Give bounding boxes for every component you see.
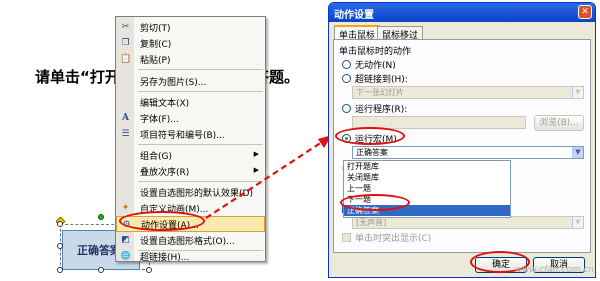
tab-mouse-click[interactable]: 单击鼠标 (334, 25, 381, 41)
highlight-oval-action (119, 211, 205, 231)
hyperlink-value: 下一张幻灯片 (356, 88, 404, 97)
menu-item-label: 字体(F)... (140, 114, 179, 125)
browse-button[interactable]: 浏览(B)... (534, 115, 584, 131)
menu-item-label: 复制(C) (140, 39, 172, 50)
resize-handle-bm[interactable] (98, 267, 104, 273)
menu-item-font[interactable]: A 字体(F)... (116, 110, 265, 126)
browse-button-label: 浏览(B)... (539, 118, 579, 128)
copy-icon: ❐ (121, 38, 130, 48)
resize-handle-ml[interactable] (57, 243, 63, 249)
macro-dropdown[interactable]: 正确答案 ▼ (352, 146, 584, 159)
watermark: www.cfan.com.cn (514, 265, 594, 275)
slide-text-left: 请单击“打开 (35, 68, 120, 86)
menu-item-edit-text[interactable]: 编辑文本(X) (116, 94, 265, 110)
menu-separator (138, 91, 263, 92)
close-button[interactable]: ✕ (578, 5, 592, 19)
radio-none-label: 无动作(N) (355, 61, 396, 71)
list-item[interactable]: 打开题库 (344, 161, 510, 172)
menu-item-label: 叠放次序(R) (140, 167, 190, 178)
animation-icon: ✦ (121, 203, 130, 213)
chevron-down-icon: ▼ (572, 217, 583, 228)
menu-item-label: 设置自选图形格式(O)... (140, 236, 235, 247)
format-icon: ◩ (121, 235, 130, 245)
resize-handle-br[interactable] (146, 267, 152, 273)
highlight-oval-run-macro (335, 127, 405, 145)
hyperlink-dropdown[interactable]: 下一张幻灯片 ▼ (352, 86, 584, 99)
dialog-title: 动作设置 (334, 10, 374, 21)
menu-item-paste[interactable]: 📋 粘贴(P) (116, 51, 265, 67)
menu-item-copy[interactable]: ❐ 复制(C) (116, 35, 265, 51)
tab-panel: 单击鼠标时的动作 无动作(N) 超链接到(H): 下一张幻灯片 ▼ 运行程序(R… (333, 39, 591, 253)
paste-icon: 📋 (120, 54, 132, 64)
menu-item-save-as-picture[interactable]: 另存为图片(S)... (116, 73, 265, 89)
menu-item-label: 组合(G) (140, 151, 172, 162)
scissors-icon: ✂ (121, 22, 130, 32)
menu-item-hyperlink[interactable]: 🌐 超链接(H)... (116, 248, 265, 264)
annotation-arrow (205, 135, 332, 219)
radio-program-label: 运行程序(R): (355, 105, 408, 115)
rotation-handle[interactable] (98, 214, 104, 220)
menu-separator (138, 69, 263, 70)
chevron-down-icon: ▼ (572, 147, 583, 158)
radio-run-program[interactable] (342, 104, 351, 113)
bullets-icon: ☰ (121, 129, 130, 139)
chevron-down-icon: ▼ (572, 87, 583, 98)
group-label: 单击鼠标时的动作 (339, 47, 412, 57)
highlight-click-checkbox[interactable] (342, 233, 351, 242)
list-item[interactable]: 关闭题库 (344, 172, 510, 183)
list-item[interactable]: 上一题 (344, 183, 510, 194)
highlight-oval-correct-answer (340, 194, 410, 211)
highlight-click-label: 单击时突出显示(C) (355, 234, 432, 244)
font-icon: A (122, 113, 129, 123)
menu-item-label: 超链接(H)... (140, 252, 190, 263)
menu-item-label: 粘贴(P) (140, 55, 171, 66)
hyperlink-icon: 🌐 (120, 251, 131, 260)
menu-item-label: 剪切(T) (140, 23, 171, 34)
resize-handle-tl[interactable] (57, 221, 63, 227)
menu-item-cut[interactable]: ✂ 剪切(T) (116, 19, 265, 35)
menu-item-format-shape[interactable]: ◩ 设置自选图形格式(O)... (116, 232, 265, 248)
radio-hyperlink[interactable] (342, 74, 351, 83)
radio-none[interactable] (342, 60, 351, 69)
menu-item-label: 编辑文本(X) (140, 98, 190, 109)
sound-value: [无声音] (356, 218, 387, 227)
close-icon: ✕ (581, 7, 589, 17)
radio-hyperlink-label: 超链接到(H): (355, 75, 408, 85)
menu-item-label: 另存为图片(S)... (140, 77, 207, 88)
dialog-titlebar: 动作设置 (329, 3, 595, 22)
resize-handle-bl[interactable] (57, 267, 63, 273)
macro-value: 正确答案 (356, 148, 388, 157)
